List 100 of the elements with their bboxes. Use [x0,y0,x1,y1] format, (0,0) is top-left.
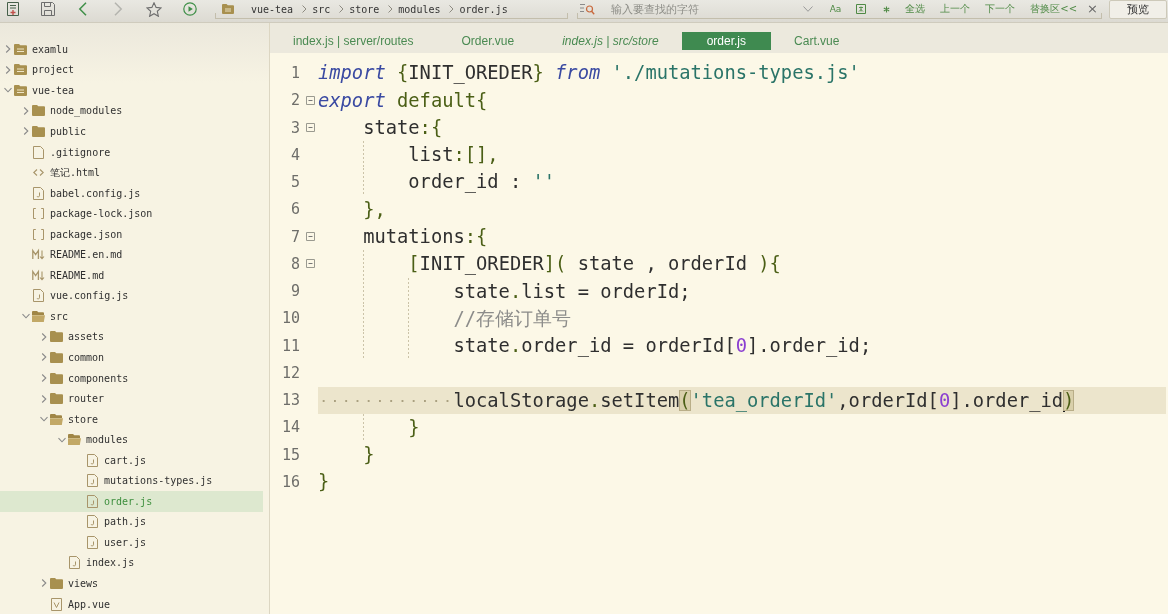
tree-item[interactable]: index.js [68,554,135,571]
chevron-down-icon[interactable] [40,415,48,424]
collapse-icon[interactable] [306,232,315,242]
previous-match-button[interactable]: 上一个 [940,2,971,16]
editor-tab[interactable]: Cart.vue [769,32,865,50]
chevron-down-icon[interactable] [22,312,30,321]
preview-button[interactable]: 预览 [1109,0,1167,19]
folder-icon [32,125,45,137]
chevron-down-icon[interactable] [802,6,813,12]
tree-item[interactable]: mutations-types.js [86,472,213,489]
tree-item[interactable]: common [40,349,105,366]
breadcrumb-item[interactable]: vue-tea [251,3,294,15]
tree-item[interactable]: modules [58,431,129,448]
tree-item[interactable]: .gitignore [32,144,111,160]
code-line: }, [362,197,386,222]
chevron-right-icon [449,5,455,13]
chevron-right-icon[interactable] [40,579,48,588]
tree-item[interactable]: views [40,575,99,592]
code-file-icon [32,289,45,303]
tree-item[interactable]: package.json [32,226,123,243]
tree-item[interactable]: examlu [4,41,69,58]
chevron-right-icon[interactable] [4,45,12,54]
line-number: 14 [280,418,301,437]
line-number: 5 [289,173,301,192]
open-folder-icon [50,413,63,425]
chevron-down-icon[interactable] [4,86,12,95]
framed-box-icon[interactable] [856,4,867,14]
folder-icon [14,43,27,55]
code-file-icon [86,515,99,529]
tree-item[interactable]: README.en.md [32,246,123,263]
tree-item[interactable]: node_modules [22,102,123,119]
tree-item[interactable]: cart.js [86,452,147,469]
breadcrumb-item[interactable]: modules [398,3,441,15]
open-folder-icon [32,310,45,322]
play-icon[interactable] [183,2,197,16]
code-line: } [362,443,375,468]
tree-item[interactable]: public [22,123,87,140]
breadcrumb-item[interactable]: store [349,3,380,15]
brackets-icon [32,207,45,221]
tree-item[interactable]: store [40,411,99,428]
code-file-icon [86,474,99,488]
chevron-right-icon [302,5,308,13]
tree-item[interactable]: user.js [86,534,147,551]
folder-icon [50,578,63,589]
tree-item[interactable]: vue.config.js [32,287,129,304]
tree-item[interactable]: router [40,390,105,407]
chevron-right-icon[interactable] [40,394,48,403]
chevron-right-icon[interactable] [40,332,48,341]
tree-item[interactable]: assets [40,328,105,345]
chevron-right-icon[interactable] [22,127,30,136]
tree-item[interactable]: project [4,61,75,78]
code-file-icon [86,535,99,549]
line-number: 2 [289,91,301,110]
editor-tab[interactable]: index.js | src/store [537,32,684,50]
chevron-right-icon[interactable] [40,353,48,362]
editor-tab[interactable]: order.js [681,32,772,50]
chevron-right-icon[interactable] [40,374,48,382]
code-file-icon [68,556,81,570]
folder-icon [50,393,63,405]
search-field[interactable]: 输入要查找的字符 [611,1,797,17]
asterisk-icon[interactable] [883,5,891,13]
collapse-icon[interactable] [306,259,315,269]
code-line: [INIT_OREDER]( state , orderId ){ [318,250,781,278]
collapse-icon[interactable] [306,95,315,105]
tree-item[interactable]: README.md [32,267,105,284]
new-file-icon[interactable] [6,2,20,16]
tree-item[interactable]: components [40,370,129,386]
chevron-down-icon[interactable] [58,435,66,444]
tree-item[interactable]: src [22,308,69,325]
save-icon[interactable] [41,2,55,16]
line-number: 1 [289,64,301,82]
tree-item[interactable]: babel.config.js [32,185,141,202]
tree-item[interactable]: 笔记.html [32,164,101,181]
editor-tab[interactable]: index.js | server/routes [268,32,439,50]
code-line: state:{ [362,115,443,140]
document-icon [32,145,45,159]
code-line: state.order_id = orderId[0].order_id; [318,332,872,360]
line-number: 16 [280,473,301,491]
chevron-right-icon[interactable] [22,106,30,115]
chevron-right-icon[interactable] [4,65,12,74]
tree-item[interactable]: path.js [86,513,147,530]
tree-item[interactable]: vue-tea [4,82,75,99]
editor-tab[interactable]: Order.vue [436,32,540,50]
code-line: export default{ [318,88,488,113]
close-button[interactable]: × [1087,2,1098,16]
code-line: } [318,470,330,495]
line-number: 12 [280,363,301,382]
code-line: import {INIT_OREDER} from './mutations-types.js' [318,61,860,86]
markdown-icon [32,268,45,282]
line-number: 6 [289,200,301,219]
line-number: 9 [289,282,301,301]
star-icon[interactable] [146,1,162,17]
folder-icon [32,105,45,117]
tree-item[interactable]: package-lock.json [32,205,153,222]
line-number: 7 [289,227,301,246]
folder-icon [14,84,27,96]
tree-item[interactable]: App.vue [50,596,111,613]
collapse-icon[interactable] [306,123,315,133]
breadcrumb-item[interactable]: order.js [459,3,508,15]
breadcrumb-item[interactable]: src [312,3,331,15]
